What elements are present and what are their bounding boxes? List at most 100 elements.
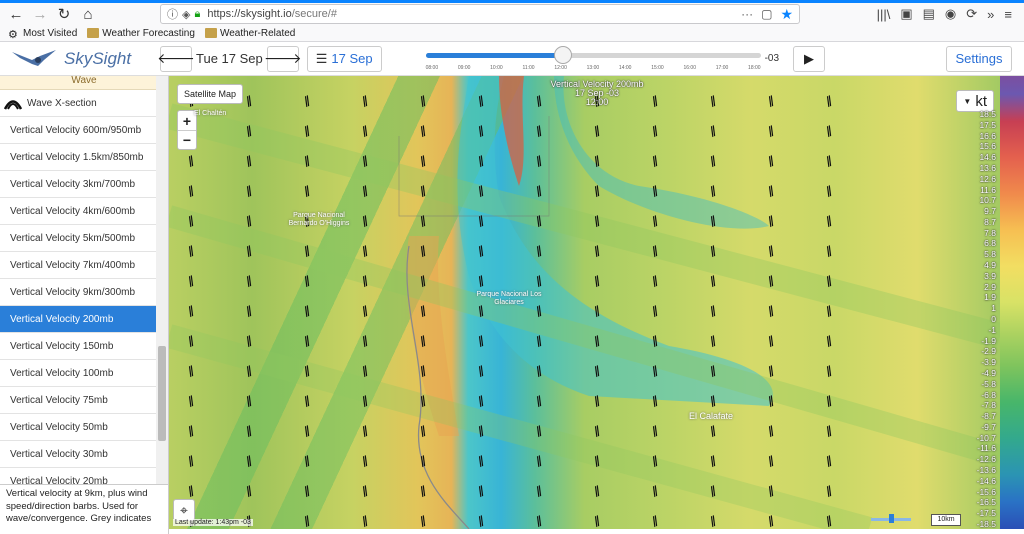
zoom-out-button[interactable]: − bbox=[178, 130, 196, 149]
legend-value-label: 17.5 bbox=[979, 119, 996, 130]
reload-icon[interactable]: ↻ bbox=[54, 4, 74, 24]
save-icon[interactable]: ▤ bbox=[923, 6, 935, 22]
sidebar-item-layer[interactable]: Vertical Velocity 50mb bbox=[0, 414, 157, 441]
overflow-menu-icon[interactable]: » bbox=[987, 7, 994, 22]
bookmark-most-visited[interactable]: ⚙ Most Visited bbox=[8, 28, 77, 42]
locate-me-icon[interactable]: ⌖ bbox=[173, 499, 195, 521]
home-icon[interactable]: ⌂ bbox=[78, 4, 98, 24]
legend-value-label: -14.6 bbox=[976, 475, 996, 486]
legend-value-label: -5.8 bbox=[981, 378, 996, 389]
sidebar-item-layer[interactable]: Vertical Velocity 600m/950mb bbox=[0, 117, 157, 144]
bookmark-weather-forecasting[interactable]: Weather Forecasting bbox=[87, 28, 195, 39]
legend-value-label: -3.9 bbox=[981, 357, 996, 368]
forecast-map[interactable]: ⫽ ⫽ ⫽ ⫽ ⫽ ⫽ ⫽ ⫽ ⫽ ⫽ ⫽ ⫽ ⫽ ⫽ ⫽ ⫽ ⫽ ⫽ ⫽ ⫽ ⫽ ⫽ ⫽ ⫽ ⫽ ⫽ ⫽ ⫽ ⫽ ⫽ ⫽ ⫽ ⫽ ⫽ ⫽ ⫽ ⫽ ⫽ ⫽ ⫽… bbox=[169, 76, 1000, 529]
opacity-slider-thumb[interactable] bbox=[889, 514, 894, 523]
page-actions-icon[interactable]: ··· bbox=[741, 7, 753, 21]
slider-tick-label: 11:00 bbox=[522, 64, 535, 71]
legend-value-label: 0 bbox=[991, 314, 996, 324]
pocket-icon[interactable]: ▢ bbox=[761, 7, 772, 21]
sidebar-scrollbar[interactable] bbox=[156, 76, 168, 486]
layer-list: Wave X-section Vertical Velocity 600m/95… bbox=[0, 90, 157, 495]
bookmark-star-icon[interactable]: ★ bbox=[780, 6, 793, 23]
forward-arrow-icon[interactable]: → bbox=[30, 4, 50, 24]
legend-value-label: 1.9 bbox=[984, 292, 996, 303]
extension-icon[interactable]: ◉ bbox=[945, 6, 956, 22]
current-date-label: Tue 17 Sep bbox=[196, 51, 263, 66]
sidebar-item-layer[interactable]: Vertical Velocity 1.5km/850mb bbox=[0, 144, 157, 171]
legend-value-label: 11.6 bbox=[980, 184, 996, 195]
legend-value-label: 8.7 bbox=[984, 216, 996, 227]
sidebar-item-layer[interactable]: Vertical Velocity 9km/300mb bbox=[0, 279, 157, 306]
play-button[interactable]: ▶ bbox=[793, 45, 826, 72]
app-name: SkySight bbox=[64, 48, 132, 68]
slider-ticks: 08:00 09:00 10:00 11:00 12:00 13:00 14:00 15:00… bbox=[426, 65, 761, 71]
slider-tick-label: 12:00 bbox=[554, 64, 567, 71]
slider-tick-label: 10:00 bbox=[490, 64, 503, 71]
hamburger-menu-icon[interactable]: ≡ bbox=[1004, 7, 1012, 22]
legend-value-label: 7.8 bbox=[984, 227, 996, 238]
url-text[interactable]: https://skysight.io/secure/# bbox=[207, 8, 733, 20]
legend-value-label: 2.9 bbox=[984, 281, 996, 292]
legend-value-label: -6.8 bbox=[981, 389, 996, 400]
slider-tick-label: 13:00 bbox=[586, 64, 600, 71]
satellite-map-button[interactable]: Satellite Map bbox=[177, 84, 244, 104]
legend-value-label: -1.9 bbox=[981, 335, 996, 346]
legend-value-label: 12.6 bbox=[979, 173, 996, 184]
sidebar-item-layer[interactable]: Vertical Velocity 150mb bbox=[0, 333, 157, 360]
legend-value-label: -7.8 bbox=[981, 400, 996, 411]
legend-value-label: -10.7 bbox=[976, 432, 996, 443]
sidebar-item-layer[interactable]: Vertical Velocity 7km/400mb bbox=[0, 252, 157, 279]
sidebar-item-layer[interactable]: Vertical Velocity 3km/700mb bbox=[0, 171, 157, 198]
folder-icon bbox=[87, 28, 100, 38]
legend-value-label: 3.9 bbox=[984, 270, 996, 281]
app-logo[interactable]: SkySight bbox=[0, 46, 160, 72]
legend-value-label: 15.6 bbox=[979, 141, 996, 152]
sidebar-icon[interactable]: ▣ bbox=[900, 6, 912, 22]
back-arrow-icon[interactable]: ← bbox=[6, 4, 26, 24]
lock-icon: 🔒︎ bbox=[194, 7, 201, 20]
info-icon[interactable]: ⓘ bbox=[167, 6, 178, 22]
legend-value-label: -18.5 bbox=[976, 519, 996, 529]
legend-value-label: -4.9 bbox=[981, 367, 996, 378]
legend-labels: 18.5 17.5 16.6 15.6 14.6 13.6 12.6 11.6 10.7 9.7 8… bbox=[968, 109, 998, 529]
sidebar-scroll-thumb[interactable] bbox=[158, 346, 166, 441]
shield-icon[interactable]: ◈ bbox=[182, 8, 190, 21]
legend-value-label: 14.6 bbox=[979, 152, 996, 163]
place-el-chalten: El Chaltén bbox=[194, 110, 227, 117]
place-bernardo-ohiggins: Parque Nacional Bernardo O'Higgins bbox=[288, 212, 350, 227]
library-icon[interactable]: |||\ bbox=[877, 7, 891, 22]
sidebar-item-layer[interactable]: Vertical Velocity 75mb bbox=[0, 387, 157, 414]
legend-value-label: -9.7 bbox=[981, 421, 996, 432]
sidebar-item-wave-xsection[interactable]: Wave X-section bbox=[0, 90, 157, 117]
sidebar-item-layer[interactable]: Vertical Velocity 30mb bbox=[0, 441, 157, 468]
legend-value-label: -12.6 bbox=[976, 454, 996, 465]
legend-value-label: 1 bbox=[991, 303, 996, 314]
slider-tick-label: 17:00 bbox=[715, 64, 729, 71]
slider-tick-label: 09:00 bbox=[457, 64, 471, 71]
settings-button[interactable]: Settings bbox=[946, 45, 1012, 72]
legend-value-label: 16.6 bbox=[979, 130, 996, 141]
sidebar-item-layer[interactable]: Vertical Velocity 4km/600mb bbox=[0, 198, 157, 225]
sidebar-item-layer[interactable]: Vertical Velocity 200mb bbox=[0, 306, 157, 333]
legend-value-label: 18.5 bbox=[979, 109, 996, 119]
bookmark-weather-related[interactable]: Weather-Related bbox=[204, 28, 295, 39]
sidebar-item-layer[interactable]: Vertical Velocity 5km/500mb bbox=[0, 225, 157, 252]
slider-thumb[interactable] bbox=[553, 45, 572, 64]
place-el-calafate: El Calafate bbox=[689, 411, 734, 421]
next-day-button[interactable]: 🡒 bbox=[264, 45, 302, 72]
list-icon: ☰ bbox=[315, 50, 328, 66]
color-legend bbox=[1000, 76, 1024, 529]
map-scale: 10km bbox=[931, 514, 961, 526]
day-select-button[interactable]: ☰ 17 Sep bbox=[306, 45, 382, 72]
slider-tick-label: 18:00 bbox=[748, 64, 761, 71]
url-bar[interactable]: ⓘ ◈ 🔒︎ https://skysight.io/secure/# ··· … bbox=[160, 4, 800, 24]
wind-barbs-layer: ⫽ ⫽ ⫽ ⫽ ⫽ ⫽ ⫽ ⫽ ⫽ ⫽ ⫽ ⫽ ⫽ ⫽ ⫽ ⫽ ⫽ ⫽ ⫽ ⫽ ⫽ ⫽ ⫽ ⫽ ⫽ ⫽ ⫽ ⫽ ⫽ ⫽ ⫽ ⫽ ⫽ ⫽ ⫽ ⫽ ⫽ ⫽ ⫽ ⫽… bbox=[169, 76, 1000, 529]
legend-value-label: -13.6 bbox=[976, 465, 996, 476]
translate-icon[interactable]: ⟳ bbox=[966, 6, 977, 22]
time-slider[interactable]: 08:00 09:00 10:00 11:00 12:00 13:00 14:00 15:00… bbox=[425, 44, 761, 74]
sidebar-item-layer[interactable]: Vertical Velocity 100mb bbox=[0, 360, 157, 387]
last-update-label: Last update: 1:43pm -03 bbox=[173, 519, 253, 526]
map-title-time: 12:00 bbox=[585, 97, 609, 107]
prev-day-button[interactable]: 🡐 bbox=[157, 45, 195, 72]
sidebar-item-wave[interactable]: Wave bbox=[0, 76, 168, 90]
